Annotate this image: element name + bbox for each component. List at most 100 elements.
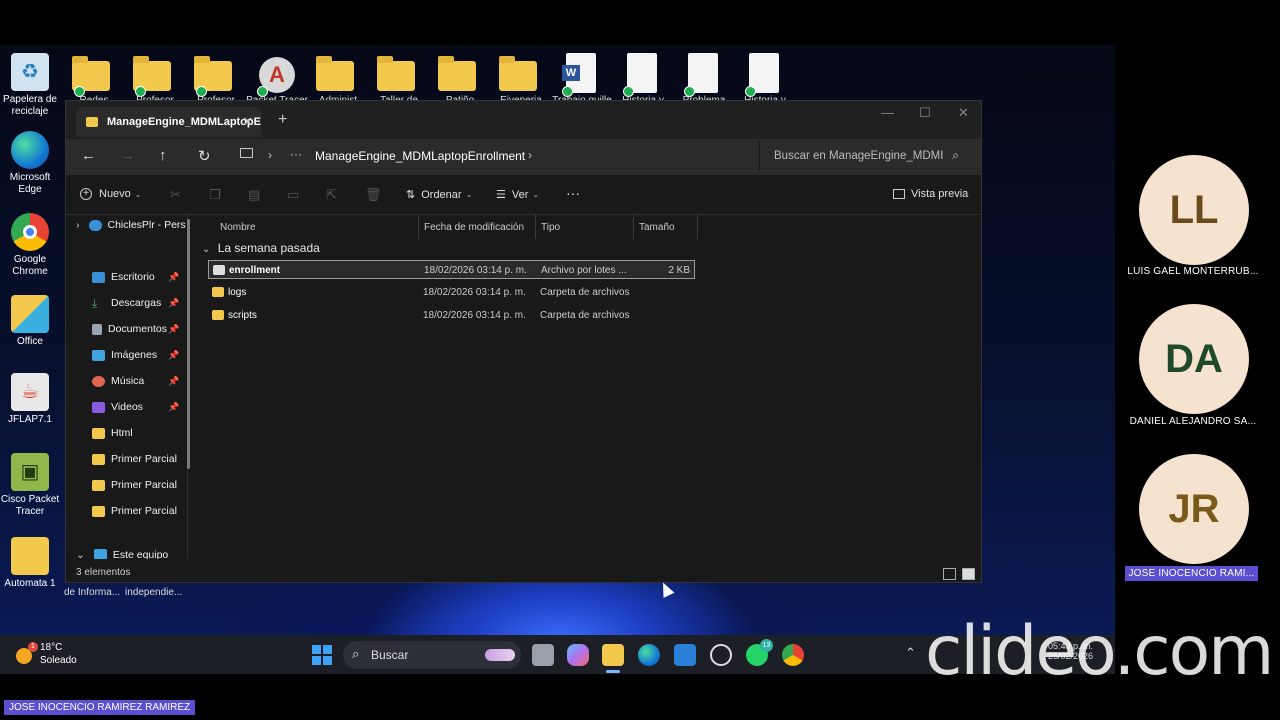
desktop-icon-jflap[interactable]: ☕ JFLAP7.1: [0, 373, 60, 426]
sidebar-item-videos[interactable]: Videos: [92, 401, 143, 413]
windows-logo-icon: [323, 645, 332, 654]
desktop-icon-chrome[interactable]: Google Chrome: [0, 213, 60, 278]
avatar-initials: JR: [1168, 486, 1220, 531]
sort-icon: ⇅: [406, 189, 416, 201]
refresh-icon[interactable]: ↻: [198, 147, 211, 165]
participant-avatar[interactable]: DA: [1139, 304, 1249, 414]
desktop-icon-folder[interactable]: [377, 53, 421, 97]
desktop-icon-folder[interactable]: [194, 53, 238, 97]
chevron-up-icon[interactable]: ⌃: [905, 645, 916, 661]
column-header-name[interactable]: Nombre: [214, 215, 419, 239]
desktop-icon-packet-tracer-file[interactable]: A: [255, 53, 299, 97]
edge-icon[interactable]: [638, 644, 660, 666]
view-button[interactable]: ☰ Ver ⌄: [496, 188, 539, 202]
chevron-right-icon: ›: [268, 148, 272, 162]
ellipsis-icon[interactable]: ···: [290, 147, 302, 161]
sidebar-item-label: Videos: [111, 401, 143, 413]
new-button[interactable]: + Nuevo ⌄: [80, 188, 142, 200]
sidebar-item-html[interactable]: Html: [92, 427, 133, 439]
desktop-icon-folder[interactable]: [72, 53, 116, 97]
new-tab-button[interactable]: +: [278, 111, 287, 129]
sidebar-item-downloads[interactable]: ⤓ Descargas: [92, 297, 161, 310]
sidebar-item-desktop[interactable]: Escritorio: [92, 271, 155, 283]
desktop-icon-automata[interactable]: Automata 1: [0, 537, 60, 590]
desktop-icon-folder[interactable]: [499, 53, 543, 97]
share-icon[interactable]: ⇱: [326, 187, 337, 203]
desktop-label-behind-2: independie...: [125, 587, 183, 598]
desktop-icon-folder[interactable]: [438, 53, 482, 97]
cut-icon[interactable]: ✂: [170, 187, 181, 203]
copy-icon[interactable]: ❐: [209, 187, 221, 203]
close-tab-icon[interactable]: ✕: [242, 114, 253, 130]
chrome-icon[interactable]: [782, 644, 804, 666]
minimize-icon[interactable]: —: [881, 105, 894, 120]
group-header-label: La semana pasada: [217, 241, 320, 255]
paste-icon[interactable]: ▤: [248, 187, 260, 203]
java-icon: ☕: [11, 373, 49, 411]
desktop-icon-edge[interactable]: Microsoft Edge: [0, 131, 60, 196]
pin-icon[interactable]: 📌: [168, 350, 179, 361]
column-header-size[interactable]: Tamaño: [633, 215, 698, 239]
pin-icon[interactable]: 📌: [168, 298, 179, 309]
sort-button[interactable]: ⇅ Ordenar ⌄: [406, 188, 472, 202]
explorer-tab[interactable]: ManageEngine_MDMLaptopE ✕: [76, 107, 261, 137]
column-header-type[interactable]: Tipo: [535, 215, 634, 239]
back-arrow-icon[interactable]: ←: [81, 147, 96, 164]
desktop-icon-document[interactable]: [743, 53, 787, 97]
speaker-name-tag: JOSE INOCENCIO RAMIREZ RAMIREZ: [4, 700, 196, 715]
participant-avatar[interactable]: LL: [1139, 155, 1249, 265]
tiles-view-icon[interactable]: [962, 568, 975, 580]
desktop-icon-word-doc[interactable]: W: [560, 53, 604, 97]
forward-arrow-icon[interactable]: →: [120, 147, 135, 164]
address-path[interactable]: ManageEngine_MDMLaptopEnrollment: [315, 149, 525, 163]
pin-icon[interactable]: 📌: [168, 402, 179, 413]
address-bar[interactable]: › ··· ManageEngine_MDMLaptopEnrollment ›: [226, 141, 754, 171]
more-options-icon[interactable]: ···: [566, 185, 580, 201]
file-row-scripts[interactable]: scripts 18/02/2026 03:14 p. m. Carpeta d…: [208, 306, 695, 325]
delete-icon[interactable]: 🗑: [365, 187, 382, 203]
taskbar-search[interactable]: ⌕ Buscar: [343, 641, 521, 669]
sidebar-item-primer-parcial[interactable]: Primer Parcial: [92, 505, 177, 517]
rename-icon[interactable]: ▭: [287, 187, 299, 203]
start-button[interactable]: [312, 645, 332, 665]
participant-avatar[interactable]: JR: [1139, 454, 1249, 564]
maximize-icon[interactable]: ☐: [919, 105, 931, 121]
desktop-icon-folder[interactable]: [316, 53, 360, 97]
column-header-modified[interactable]: Fecha de modificación: [418, 215, 536, 239]
folder-icon: [92, 453, 105, 465]
whatsapp-icon[interactable]: 13: [746, 639, 773, 666]
desktop-icon-recycle-bin[interactable]: ♻ Papelera de reciclaje: [0, 53, 60, 118]
details-view-icon[interactable]: [943, 568, 956, 580]
up-arrow-icon[interactable]: ↑: [159, 147, 167, 164]
chatgpt-icon[interactable]: [710, 644, 732, 666]
close-window-icon[interactable]: ✕: [958, 105, 969, 121]
file-size: 2 KB: [668, 265, 690, 276]
desktop-icon-office[interactable]: Office: [0, 295, 60, 348]
desktop-icon-document[interactable]: [682, 53, 726, 97]
desktop-icon-packet-tracer[interactable]: ▣ Cisco Packet Tracer: [0, 453, 60, 518]
sidebar-item-primer-parcial[interactable]: Primer Parcial: [92, 479, 177, 491]
sidebar-item-music[interactable]: Música: [92, 375, 144, 387]
sidebar-item-primer-parcial[interactable]: Primer Parcial: [92, 453, 177, 465]
sidebar-scrollbar[interactable]: [187, 219, 190, 469]
pin-icon[interactable]: 📌: [168, 376, 179, 387]
copilot-icon[interactable]: [567, 644, 589, 666]
navigation-bar: ← → ↑ ↻ › ··· ManageEngine_MDMLaptopEnro…: [66, 139, 981, 175]
file-row-logs[interactable]: logs 18/02/2026 03:14 p. m. Carpeta de a…: [208, 283, 695, 302]
sidebar-item-this-pc[interactable]: ⌄ Este equipo: [76, 549, 168, 559]
file-explorer-icon[interactable]: [602, 644, 624, 666]
store-icon[interactable]: [674, 644, 696, 666]
folder-icon: [499, 56, 537, 91]
preview-pane-button[interactable]: Vista previa: [893, 188, 968, 200]
desktop-icon-document[interactable]: [621, 53, 665, 97]
search-box[interactable]: Buscar en ManageEngine_MDMI ⌕: [759, 141, 973, 171]
group-header[interactable]: ⌄ La semana pasada: [202, 241, 320, 255]
sidebar-item-onedrive[interactable]: › ChiclesPlr - Pers: [76, 219, 186, 231]
pin-icon[interactable]: 📌: [168, 272, 179, 283]
task-view-icon[interactable]: [532, 644, 554, 666]
desktop-icon-folder[interactable]: [133, 53, 177, 97]
file-row-enrollment[interactable]: enrollment 18/02/2026 03:14 p. m. Archiv…: [208, 260, 695, 279]
pin-icon[interactable]: 📌: [168, 324, 179, 335]
sidebar-item-documents[interactable]: Documentos: [92, 323, 167, 335]
sidebar-item-pictures[interactable]: Imágenes: [92, 349, 157, 361]
